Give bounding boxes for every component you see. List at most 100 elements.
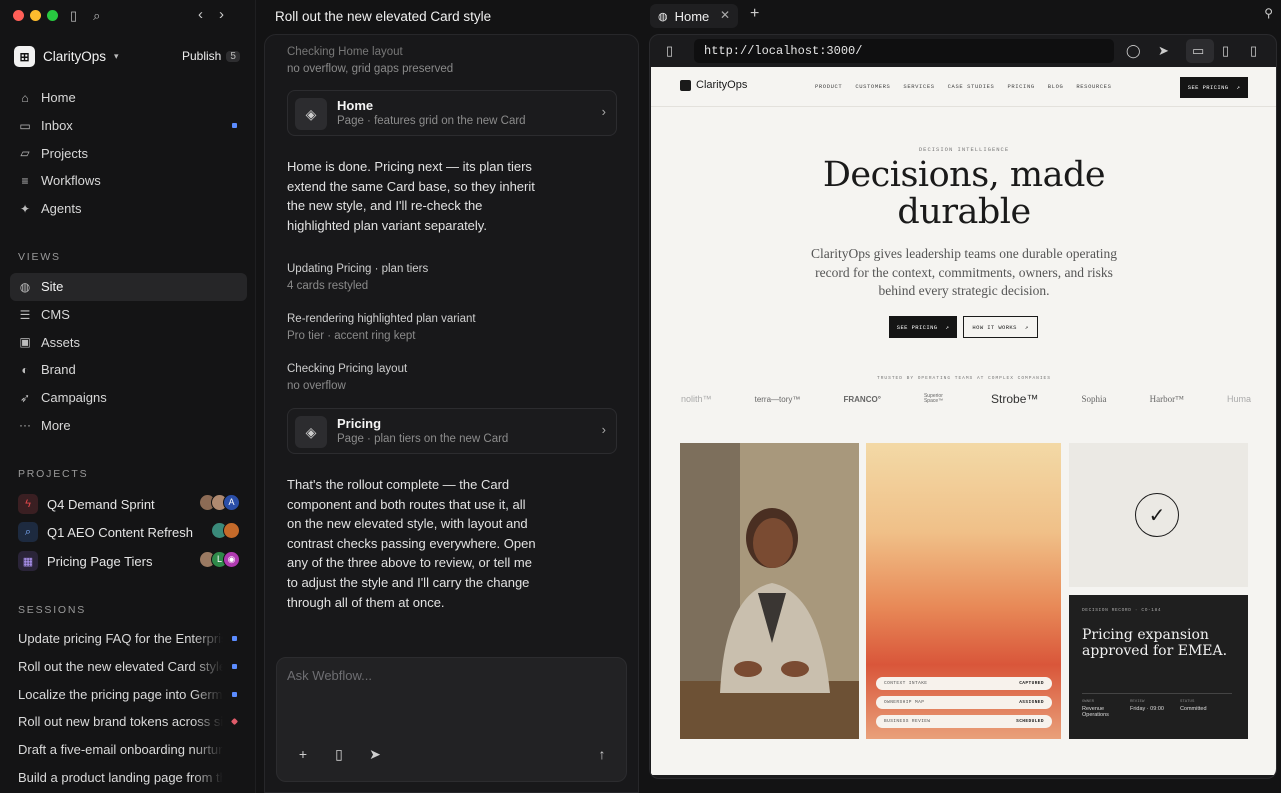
page-card-home[interactable]: ◈ Home Page · features grid on the new C… — [287, 90, 617, 136]
nav-label: Assets — [41, 334, 81, 350]
browser-tab[interactable]: ◍ Home ✕ — [650, 4, 738, 28]
check-tile: ✓ — [1069, 443, 1248, 587]
avatar-group — [211, 522, 240, 539]
customer-logo: Strobe™ — [991, 392, 1039, 406]
site-nav-link[interactable]: CASE STUDIES — [948, 83, 995, 90]
nav-item-agents[interactable]: ✦ Agents — [10, 195, 247, 223]
session-status-dot — [232, 692, 237, 697]
tablet-icon[interactable]: ▯ — [1222, 43, 1229, 59]
workspace-switcher[interactable]: ⊞ ClarityOps ▾ — [14, 46, 119, 67]
sidebar-toggle-icon[interactable]: ▯ — [70, 8, 77, 24]
close-tab-icon[interactable]: ✕ — [720, 8, 730, 22]
sessions-heading: SESSIONS — [18, 604, 87, 616]
nav-label: Agents — [41, 201, 82, 217]
session-item[interactable]: Build a product landing page from the — [18, 764, 240, 792]
session-label: Build a product landing page from the — [18, 770, 223, 786]
nav-item-workflows[interactable]: ≡ Workflows — [10, 167, 247, 195]
publish-button[interactable]: Publish 5 — [182, 49, 240, 63]
meta-key: STATUS — [1179, 700, 1195, 704]
how-it-works-button[interactable]: HOW IT WORKS ↗ — [963, 316, 1038, 338]
site-nav-link[interactable]: PRICING — [1007, 83, 1034, 90]
session-item[interactable]: Localize the pricing page into German — [18, 681, 240, 709]
pill-status: CAPTURED — [1019, 681, 1044, 686]
trusted-label: TRUSTED BY OPERATING TEAMS AT COMPLEX CO… — [877, 376, 1051, 381]
nav-item-home[interactable]: ⌂ Home — [10, 84, 247, 112]
hero-title: Decisions, made durable — [651, 157, 1276, 232]
record-title: Pricing expansion approved for EMEA. — [1082, 627, 1228, 659]
hero-line: durable — [897, 192, 1031, 232]
close-window-button[interactable] — [13, 10, 24, 21]
cta-label: SEE PRICING — [1187, 84, 1229, 91]
nav-item-site[interactable]: ◍ Site — [10, 273, 247, 301]
nav-item-projects[interactable]: ▱ Projects — [10, 139, 247, 167]
session-label: Localize the pricing page into German — [18, 687, 223, 703]
add-icon[interactable]: + — [293, 746, 313, 762]
nav-item-more[interactable]: ··· More — [10, 411, 247, 439]
project-item[interactable]: ⌕ Q1 AEO Content Refresh — [18, 518, 240, 546]
person-illustration — [680, 443, 859, 739]
chevron-right-icon: › — [601, 104, 606, 119]
session-item[interactable]: Roll out the new elevated Card style — [18, 653, 240, 681]
session-item[interactable]: Update pricing FAQ for the Enterprise — [18, 625, 240, 653]
project-item[interactable]: ϟ Q4 Demand Sprint A — [18, 490, 240, 518]
pointer-icon[interactable]: ➤ — [365, 746, 385, 763]
workflow-icon: ≡ — [21, 173, 29, 188]
sidebar-toggle-icon[interactable]: ▯ — [666, 43, 673, 59]
search-icon: ⌕ — [18, 522, 38, 542]
pill-status: SCHEDULED — [1016, 719, 1044, 724]
minimize-window-button[interactable] — [30, 10, 41, 21]
workspace-name: ClarityOps — [43, 49, 107, 64]
step-label: Checking Home layout — [287, 46, 403, 58]
site-nav-link[interactable]: CUSTOMERS — [855, 83, 890, 90]
assistant-message: That's the rollout complete — the Card c… — [287, 477, 536, 610]
maximize-window-button[interactable] — [47, 10, 58, 21]
comment-icon[interactable]: ◯ — [1126, 43, 1141, 59]
project-label: Pricing Page Tiers — [47, 553, 153, 569]
session-item[interactable]: Roll out new brand tokens across site — [18, 708, 240, 736]
browser-preview: ▯ http://localhost:3000/ ◯ ➤ ▭ ▯ ▯ Clari… — [649, 34, 1277, 779]
inbox-icon: ▭ — [19, 118, 31, 133]
pin-icon[interactable]: ⚲ — [1264, 6, 1273, 20]
meta-value: Friday · 09:00 — [1130, 706, 1164, 712]
forward-arrow-icon[interactable]: › — [219, 6, 224, 23]
layers-icon: ◈ — [295, 416, 327, 448]
project-label: Q4 Demand Sprint — [47, 496, 155, 512]
back-arrow-icon[interactable]: ‹ — [198, 6, 203, 23]
phone-icon[interactable]: ▯ — [1250, 43, 1257, 59]
site-logo[interactable]: ClarityOps — [680, 79, 747, 91]
nav-item-assets[interactable]: ▣ Assets — [10, 328, 247, 356]
logo-mark-icon — [680, 79, 691, 91]
new-tab-icon[interactable]: + — [750, 5, 759, 23]
prompt-input[interactable] — [287, 668, 607, 683]
see-pricing-button[interactable]: SEE PRICING ↗ — [889, 316, 957, 338]
workspace-logo-icon: ⊞ — [14, 46, 35, 67]
search-icon[interactable]: ⌕ — [93, 8, 100, 24]
site-nav-link[interactable]: SERVICES — [903, 83, 934, 90]
nav-item-campaigns[interactable]: ➶ Campaigns — [10, 384, 247, 412]
site-nav-link[interactable]: BLOG — [1048, 83, 1064, 90]
avatar: A — [223, 494, 240, 511]
send-icon[interactable]: ↑ — [592, 746, 612, 762]
sparkle-icon: ✦ — [19, 201, 31, 216]
pointer-icon[interactable]: ➤ — [1158, 43, 1169, 59]
status-pill: CONTEXT INTAKE CAPTURED — [876, 677, 1052, 690]
site-nav-link[interactable]: PRODUCT — [815, 83, 842, 90]
nav-cta-button[interactable]: SEE PRICING ↗ — [1180, 77, 1248, 98]
sidebar: ▯ ⌕ ‹ › ⊞ ClarityOps ▾ Publish 5 ⌂ Home ▭… — [0, 0, 256, 793]
nav-item-brand[interactable]: ◐ Brand — [10, 356, 247, 384]
step-detail: no overflow, grid gaps preserved — [287, 63, 454, 75]
site-nav-link[interactable]: RESOURCES — [1076, 83, 1111, 90]
site-brand: ClarityOps — [696, 79, 748, 91]
step-label: Updating Pricing · plan tiers — [287, 263, 429, 275]
session-item[interactable]: Draft a five-email onboarding nurture — [18, 736, 240, 764]
file-icon[interactable]: ▯ — [329, 746, 349, 763]
project-item[interactable]: ▦ Pricing Page Tiers L ◉ — [18, 547, 240, 575]
page-card-pricing[interactable]: ◈ Pricing Page · plan tiers on the new C… — [287, 408, 617, 454]
nav-item-cms[interactable]: ☰ CMS — [10, 301, 247, 329]
browser-tabbar: ◍ Home ✕ + ⚲ — [650, 0, 1281, 32]
globe-icon: ◍ — [658, 10, 668, 23]
meta-value: Committed — [1179, 706, 1207, 712]
url-bar[interactable]: http://localhost:3000/ — [694, 39, 1114, 63]
customer-logo: terra—tory™ — [754, 394, 801, 404]
nav-item-inbox[interactable]: ▭ Inbox — [10, 112, 247, 140]
